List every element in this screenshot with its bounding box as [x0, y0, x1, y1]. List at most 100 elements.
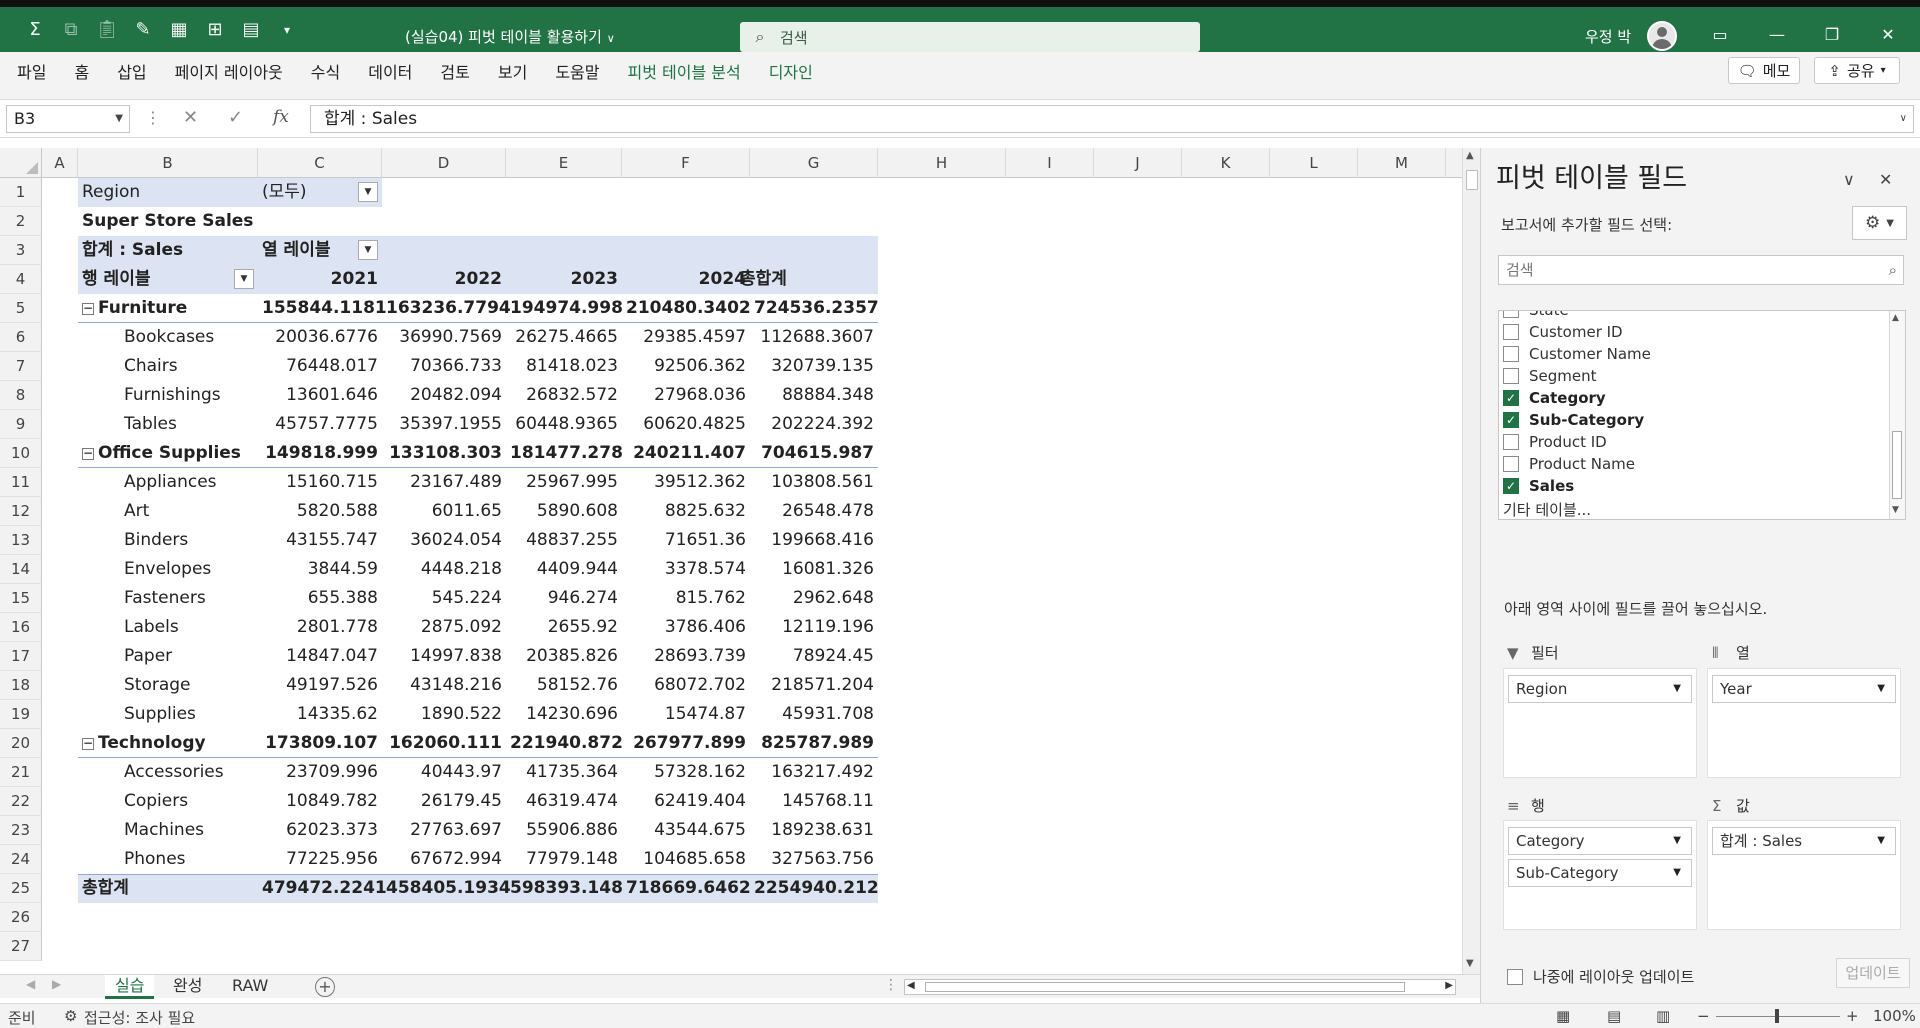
value-cell[interactable]: 26275.4665	[506, 323, 622, 352]
category-value[interactable]: 133108.303	[382, 439, 506, 468]
value-cell[interactable]: 43544.675	[622, 816, 750, 845]
row-header[interactable]: 11	[0, 468, 42, 497]
zoom-in-icon[interactable]: +	[1846, 1007, 1859, 1025]
tools-button[interactable]: ⚙ ▼	[1852, 206, 1907, 240]
subcategory-row[interactable]: Fasteners 655.388 545.224 946.274 815.762 296…	[42, 584, 1462, 613]
year-header[interactable]: 2024	[622, 265, 750, 294]
value-cell[interactable]: 5820.588	[258, 497, 382, 526]
subcategory-label[interactable]: Appliances	[78, 468, 258, 497]
value-cell[interactable]: 20482.094	[382, 381, 506, 410]
grand-total-value[interactable]: 479472.2241	[258, 874, 387, 903]
scroll-down-icon[interactable]: ▼	[1892, 505, 1899, 515]
column-header[interactable]: L	[1270, 148, 1358, 178]
year-header[interactable]: 2022	[382, 265, 506, 294]
accessibility-icon[interactable]: ⚙︎	[64, 1007, 77, 1025]
subcategory-row[interactable]: Binders 43155.747 36024.054 48837.255 71651.…	[42, 526, 1462, 555]
column-labels-dropdown-button[interactable]: ▼	[358, 240, 378, 260]
value-cell[interactable]: 55906.886	[506, 816, 622, 845]
title-row[interactable]: Super Store Sales	[42, 207, 1462, 236]
value-cell[interactable]: 45757.7775	[258, 410, 382, 439]
tab-insert[interactable]: 삽입	[103, 59, 160, 83]
value-cell[interactable]: 27763.697	[382, 816, 506, 845]
value-cell[interactable]: 145768.11	[750, 787, 878, 816]
category-value[interactable]: 163236.7794	[382, 294, 511, 323]
minimize-icon[interactable]: —	[1757, 21, 1797, 49]
value-label[interactable]: 합계 : Sales	[78, 236, 258, 265]
field-item[interactable]: ✓ Sub-Category	[1499, 409, 1644, 431]
chevron-down-icon[interactable]: ▼	[1673, 676, 1681, 702]
field-checkbox[interactable]	[1503, 368, 1519, 384]
filter-area[interactable]: Region ▼	[1503, 668, 1697, 778]
row-header[interactable]: 19	[0, 700, 42, 729]
column-field-chip[interactable]: Year ▼	[1712, 675, 1896, 703]
tab-review[interactable]: 검토	[426, 59, 483, 83]
close-icon[interactable]: ✕	[1868, 21, 1908, 49]
scroll-thumb[interactable]	[1466, 170, 1478, 190]
value-cell[interactable]: 88884.348	[750, 381, 878, 410]
value-cell[interactable]: 49197.526	[258, 671, 382, 700]
autosum-icon[interactable]: Σ	[22, 17, 48, 43]
category-value[interactable]: 240211.407	[622, 439, 750, 468]
row-header[interactable]: 12	[0, 497, 42, 526]
row-field-chip[interactable]: Sub-Category ▼	[1508, 859, 1692, 887]
chevron-down-icon[interactable]: ▼	[1877, 828, 1885, 854]
column-header[interactable]: N	[1446, 148, 1462, 178]
prev-sheet-icon[interactable]: ◀	[26, 977, 35, 991]
value-cell[interactable]: 92506.362	[622, 352, 750, 381]
value-cell[interactable]: 35397.1955	[382, 410, 506, 439]
value-cell[interactable]: 327563.756	[750, 845, 878, 874]
row-header[interactable]: 5	[0, 294, 42, 323]
category-value[interactable]: 194974.998	[506, 294, 623, 323]
row-header[interactable]: 6	[0, 323, 42, 352]
value-cell[interactable]: 163217.492	[750, 758, 878, 787]
field-item[interactable]: Product Name	[1499, 453, 1635, 475]
vertical-scrollbar[interactable]: ▲ ▼	[1462, 148, 1480, 974]
value-cell[interactable]: 4409.944	[506, 555, 622, 584]
value-cell[interactable]: 77225.956	[258, 845, 382, 874]
category-value[interactable]: 267977.899	[622, 729, 750, 758]
tab-formulas[interactable]: 수식	[297, 59, 354, 83]
year-header[interactable]: 2021	[258, 265, 382, 294]
grand-total-label[interactable]: 총합계	[78, 874, 258, 903]
grand-total-header[interactable]: 총합계	[740, 265, 868, 294]
field-item[interactable]: Customer ID	[1499, 321, 1623, 343]
value-cell[interactable]: 2801.778	[258, 613, 382, 642]
row-header[interactable]: 2	[0, 207, 42, 236]
value-cell[interactable]: 189238.631	[750, 816, 878, 845]
row-header[interactable]: 3	[0, 236, 42, 265]
value-cell[interactable]: 81418.023	[506, 352, 622, 381]
restore-icon[interactable]: ❐	[1812, 21, 1852, 49]
category-value[interactable]: 155844.1181	[258, 294, 387, 323]
value-cell[interactable]: 78924.45	[750, 642, 878, 671]
ribbon-display-icon[interactable]: ▭	[1700, 21, 1740, 49]
filter-row[interactable]: Region (모두) ▼	[42, 178, 1462, 207]
row-header[interactable]: 10	[0, 439, 42, 468]
row-header[interactable]: 7	[0, 352, 42, 381]
subcategory-row[interactable]: Copiers 10849.782 26179.45 46319.474 62419.4…	[42, 787, 1462, 816]
spreadsheet-grid[interactable]: ABCDEFGHIJKLMN12345678910111213141516171…	[0, 148, 1462, 962]
column-header[interactable]: B	[78, 148, 258, 178]
value-cell[interactable]: 815.762	[622, 584, 750, 613]
value-cell[interactable]: 67672.994	[382, 845, 506, 874]
value-cell[interactable]: 77979.148	[506, 845, 622, 874]
field-search-input[interactable]: 검색 ⌕	[1498, 255, 1904, 285]
row-header[interactable]: 13	[0, 526, 42, 555]
pivot-title[interactable]: Super Store Sales	[78, 207, 382, 236]
scroll-thumb[interactable]	[1892, 431, 1902, 499]
row-header[interactable]: 14	[0, 555, 42, 584]
value-cell[interactable]: 14997.838	[382, 642, 506, 671]
user-name[interactable]: 우정 박	[1585, 26, 1631, 47]
memo-button[interactable]: 🗨︎ 메모	[1728, 57, 1800, 84]
copy-icon[interactable]: ⧉	[58, 17, 84, 43]
category-label[interactable]: − Furniture	[78, 294, 258, 323]
cancel-icon[interactable]: ✕	[183, 107, 198, 128]
more-vertical-icon[interactable]: ⋮	[145, 108, 161, 127]
tab-page-layout[interactable]: 페이지 레이아웃	[161, 59, 297, 83]
value-cell[interactable]: 23709.996	[258, 758, 382, 787]
category-value[interactable]: 825787.989	[750, 729, 878, 758]
value-cell[interactable]: 28693.739	[622, 642, 750, 671]
scroll-left-icon[interactable]: ◀	[907, 980, 915, 991]
value-cell[interactable]: 36990.7569	[382, 323, 506, 352]
formula-input[interactable]: 합계 : Sales ∨	[310, 105, 1914, 133]
subcategory-label[interactable]: Chairs	[78, 352, 258, 381]
